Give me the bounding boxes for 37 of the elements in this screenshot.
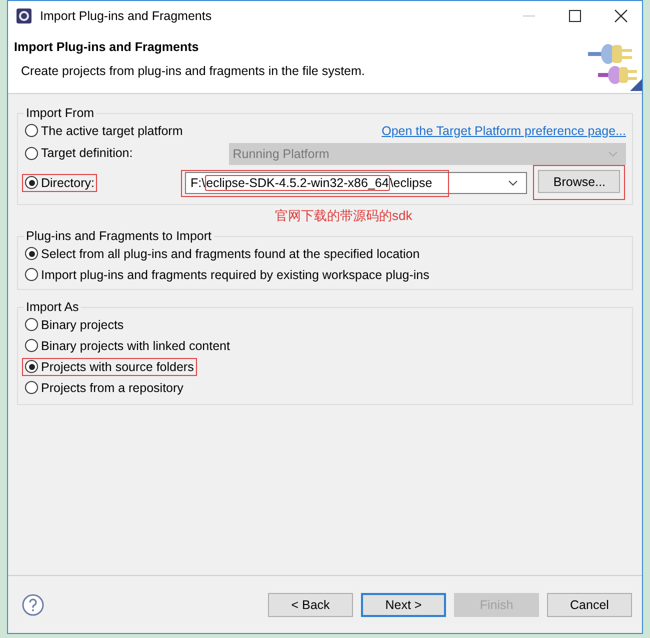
group-label: Import As bbox=[25, 300, 80, 314]
annotation-text: 官网下载的带源码的sdk bbox=[275, 207, 414, 225]
radio-button[interactable] bbox=[25, 146, 38, 160]
dialog-button[interactable]: < Back bbox=[268, 592, 353, 616]
radio-button[interactable] bbox=[25, 339, 38, 352]
radio-button[interactable] bbox=[25, 318, 38, 331]
caret-icon bbox=[508, 180, 518, 186]
radio-option[interactable]: Directory: bbox=[25, 176, 94, 190]
radio-option[interactable]: Projects from a repository bbox=[25, 380, 184, 394]
directory-path: F:\eclipse-SDK-4.5.2-win32-x86_64\eclipse bbox=[190, 176, 432, 190]
radio-option[interactable]: Import plug-ins and fragments required by existing workspace plug-ins bbox=[25, 268, 430, 282]
radio-option[interactable]: Binary projects with linked content bbox=[25, 338, 230, 352]
help-icon[interactable] bbox=[22, 594, 44, 616]
browse-button[interactable]: Browse... bbox=[538, 170, 620, 193]
maximize-icon[interactable] bbox=[568, 9, 582, 23]
caret-icon bbox=[608, 151, 618, 157]
radio-button[interactable] bbox=[25, 176, 38, 189]
radio-button[interactable] bbox=[25, 360, 38, 373]
radio-button[interactable] bbox=[25, 247, 38, 260]
window-title: Import Plug-ins and Fragments bbox=[40, 9, 213, 23]
radio-option[interactable]: Target definition: bbox=[25, 146, 133, 160]
page-title: Import Plug-ins and Fragments bbox=[14, 40, 200, 54]
group-label: Plug-ins and Fragments to Import bbox=[25, 229, 212, 243]
dialog-button[interactable]: Next > bbox=[361, 592, 446, 616]
app-icon bbox=[16, 8, 32, 24]
radio-button[interactable] bbox=[25, 381, 38, 394]
radio-button[interactable] bbox=[25, 268, 38, 281]
page-description: Create projects from plug-ins and fragments in the file system. bbox=[21, 64, 365, 78]
close-icon[interactable] bbox=[614, 9, 628, 23]
preference-link[interactable]: Open the Target Platform preference page... bbox=[382, 124, 626, 138]
radio-option[interactable]: Select from all plug-ins and fragments found at the specified location bbox=[25, 246, 420, 260]
radio-option[interactable]: The active target platform bbox=[25, 124, 183, 138]
dialog-button[interactable]: Cancel bbox=[547, 592, 632, 616]
radio-option[interactable]: Binary projects bbox=[25, 318, 124, 332]
group-label: Import From bbox=[25, 106, 96, 120]
radio-option[interactable]: Projects with source folders bbox=[25, 360, 194, 374]
radio-button[interactable] bbox=[25, 124, 38, 137]
